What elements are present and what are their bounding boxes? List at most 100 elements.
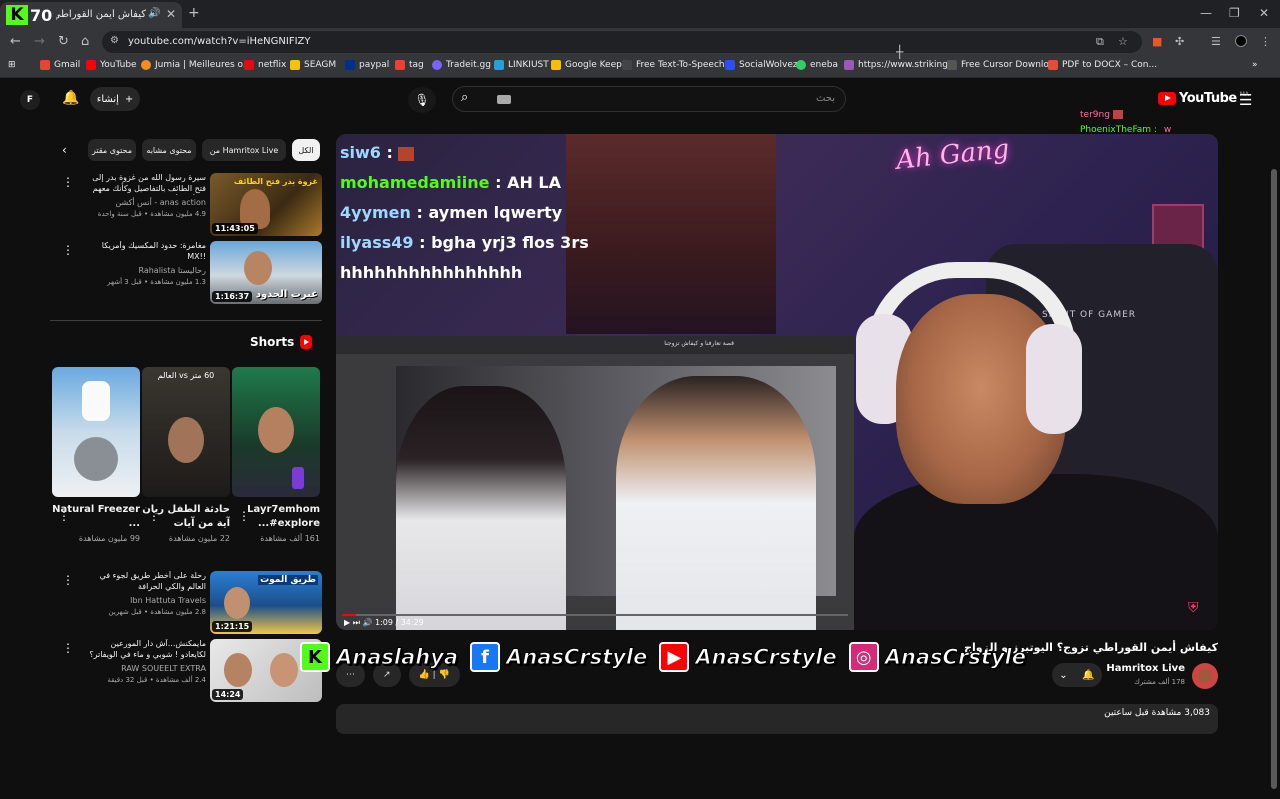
- short-item[interactable]: 60 متر vs العالم حادثة الطفل ريان آية من…: [142, 367, 230, 543]
- short-thumbnail[interactable]: [52, 367, 140, 497]
- thumbnail-figure: [82, 381, 110, 421]
- mini-chat-overlay: ter9ng PhoenixTheFam : w: [1080, 110, 1200, 135]
- related-video[interactable]: طريق الموت 1:21:15 رحلة على أخطر طريق لج…: [62, 571, 322, 635]
- extension-red-icon[interactable]: ■: [1152, 35, 1162, 48]
- bookmarks-overflow-icon[interactable]: »: [1252, 60, 1258, 70]
- more-menu-icon[interactable]: ⋮: [1260, 35, 1271, 48]
- search-icon[interactable]: ⌕: [461, 90, 468, 105]
- subscribed-bell-button[interactable]: ⌄ 🔔: [1052, 663, 1102, 687]
- bookmark-item[interactable]: Gmail: [40, 60, 80, 70]
- bookmark-star-icon[interactable]: ☆: [1118, 35, 1128, 48]
- forward-icon[interactable]: →: [34, 34, 45, 49]
- video-thumbnail[interactable]: غزوة بدر فتح الطائف 11:43:05: [210, 173, 322, 236]
- video-title[interactable]: سيرة رسول الله من غزوة بدر إلى فتح الطائ…: [88, 173, 206, 195]
- minimize-icon[interactable]: —: [1200, 6, 1212, 20]
- kick-logo-icon: K: [6, 5, 28, 25]
- voice-search-icon[interactable]: 🎙: [408, 87, 436, 113]
- bookmark-item[interactable]: tag: [395, 60, 424, 70]
- facebook-icon: f: [470, 642, 501, 672]
- back-icon[interactable]: ←: [10, 34, 21, 49]
- search-input[interactable]: ⌕ بحث: [452, 86, 846, 112]
- thumbnail-person: [244, 251, 272, 285]
- channel-name[interactable]: anas action - أنس أكشن: [88, 198, 206, 207]
- address-url[interactable]: youtube.com/watch?v=iHeNGNIFIZY: [128, 36, 310, 47]
- channel-name[interactable]: RAW SOUEELT EXTRA: [88, 664, 206, 673]
- notifications-bell-icon[interactable]: 🔔: [62, 90, 79, 106]
- short-item[interactable]: Layr7emhom #explore... 161 ألف مشاهدة ⋮: [232, 367, 320, 543]
- site-info-icon[interactable]: ⚙: [110, 35, 119, 46]
- bookmark-item[interactable]: Free Text-To-Speech...: [622, 60, 733, 70]
- bookmark-item[interactable]: SEAGM: [290, 60, 336, 70]
- video-player[interactable]: Ah Gang SPIRIT OF GAMER siw6 : mohamedam…: [336, 134, 1218, 630]
- more-actions-icon[interactable]: ⋮: [58, 509, 70, 523]
- tab-search-icon[interactable]: ☰: [1211, 35, 1221, 48]
- bookmark-item[interactable]: Jumia | Meilleures o...: [141, 60, 251, 70]
- channel-name[interactable]: Hamritox Live: [1090, 663, 1185, 674]
- kick-count: 70: [30, 5, 53, 25]
- guide-menu-icon[interactable]: ☰: [1239, 91, 1252, 109]
- bookmark-item[interactable]: Google Keep: [551, 60, 622, 70]
- video-title[interactable]: رحلة على أخطر طريق لجوء في العالم والكي …: [88, 571, 206, 593]
- youtube-logo[interactable]: YouTube MA: [1158, 91, 1249, 106]
- related-video[interactable]: 14:24 مايمكنش...آش دار المورعين لكايعادو…: [62, 639, 322, 703]
- apps-icon[interactable]: ⊞: [8, 60, 16, 70]
- install-icon[interactable]: ⧉: [1096, 35, 1104, 49]
- bookmark-item[interactable]: PDF to DOCX – Con...: [1048, 60, 1157, 70]
- home-icon[interactable]: ⌂: [81, 34, 89, 49]
- bookmark-item[interactable]: Free Cursor Downlo...: [947, 60, 1057, 70]
- thumbnail-person: [258, 407, 294, 453]
- speaker-icon[interactable]: 🔊: [148, 8, 160, 19]
- more-actions-icon[interactable]: ⋮: [62, 243, 74, 257]
- more-actions-icon[interactable]: ⋮: [62, 175, 74, 189]
- bookmark-item[interactable]: eneba: [796, 60, 838, 70]
- channel-avatar[interactable]: [1192, 663, 1218, 689]
- related-video[interactable]: غزوة بدر فتح الطائف 11:43:05 سيرة رسول ا…: [62, 173, 322, 237]
- short-thumbnail[interactable]: [232, 367, 320, 497]
- chip-similar[interactable]: محتوى مشابه: [142, 139, 196, 161]
- browser-tab-active[interactable]: K 70 كيفاش أيمن القوراطي تزوج؟ اليوتبرز …: [0, 2, 182, 28]
- keyboard-icon[interactable]: [497, 95, 511, 104]
- more-actions-icon[interactable]: ⋮: [148, 509, 160, 523]
- chip-all[interactable]: الكل: [292, 139, 320, 161]
- extensions-icon[interactable]: ✣: [1175, 35, 1184, 48]
- bookmark-item[interactable]: https://www.striking...: [844, 60, 957, 70]
- more-actions-icon[interactable]: ⋮: [62, 573, 74, 587]
- more-actions-icon[interactable]: ⋮: [62, 641, 74, 655]
- bookmark-item[interactable]: netflix: [244, 60, 286, 70]
- bookmark-item[interactable]: LINKIUST: [494, 60, 549, 70]
- address-bar[interactable]: ⚙ youtube.com/watch?v=iHeNGNIFIZY ⧉ ☆: [102, 31, 1142, 53]
- maximize-icon[interactable]: ❐: [1229, 6, 1240, 20]
- video-thumbnail[interactable]: عبرت الحدود 1:16:37: [210, 241, 322, 304]
- description-box[interactable]: 3,083 مشاهدة قبل ساعتين: [336, 704, 1218, 734]
- more-actions-icon[interactable]: ⋮: [238, 509, 250, 523]
- chip-from-channel[interactable]: من Hamritox Live: [202, 139, 286, 161]
- create-button[interactable]: إنشاء +: [90, 87, 140, 111]
- related-video[interactable]: عبرت الحدود 1:16:37 مغامرة: حدود المكسيك…: [62, 241, 322, 305]
- video-title[interactable]: مغامرة: حدود المكسيك وأمريكا !!MX: [88, 241, 206, 263]
- chip-suggested[interactable]: محتوى مقتر: [88, 139, 136, 161]
- profile-avatar[interactable]: [1235, 35, 1247, 47]
- bookmark-item[interactable]: SocialWolvez: [725, 60, 798, 70]
- page-scrollbar[interactable]: [1270, 169, 1278, 799]
- bookmark-item[interactable]: YouTube: [86, 60, 137, 70]
- close-window-icon[interactable]: ✕: [1259, 6, 1269, 20]
- video-thumbnail[interactable]: طريق الموت 1:21:15: [210, 571, 322, 634]
- bookmark-item[interactable]: Tradeit.gg: [432, 60, 491, 70]
- short-item[interactable]: Natural Freezer ... 99 مليون مشاهدة ⋮: [52, 367, 140, 543]
- kick-icon: K: [300, 642, 330, 672]
- close-tab-icon[interactable]: ✕: [166, 7, 176, 21]
- new-tab-icon[interactable]: +: [188, 5, 200, 21]
- view-stats: 3,083 مشاهدة قبل ساعتين: [1104, 708, 1210, 718]
- channel-name[interactable]: Ibn Hattuta Travels: [88, 596, 206, 605]
- chevron-left-icon[interactable]: ‹: [62, 143, 67, 157]
- short-thumbnail[interactable]: 60 متر vs العالم: [142, 367, 230, 497]
- video-title[interactable]: مايمكنش...آش دار المورعين لكايعادو ! شوب…: [88, 639, 206, 661]
- kick-badge: K 70: [6, 5, 60, 25]
- bell-icon: 🔔: [1082, 669, 1095, 681]
- bookmark-item[interactable]: paypal: [345, 60, 389, 70]
- reload-icon[interactable]: ↻: [58, 34, 69, 49]
- embed-progress-bar: [342, 614, 848, 616]
- channel-name[interactable]: رحاليستا Rahalista: [88, 266, 206, 275]
- account-avatar[interactable]: F: [20, 90, 40, 110]
- duration-badge: 1:16:37: [212, 291, 253, 302]
